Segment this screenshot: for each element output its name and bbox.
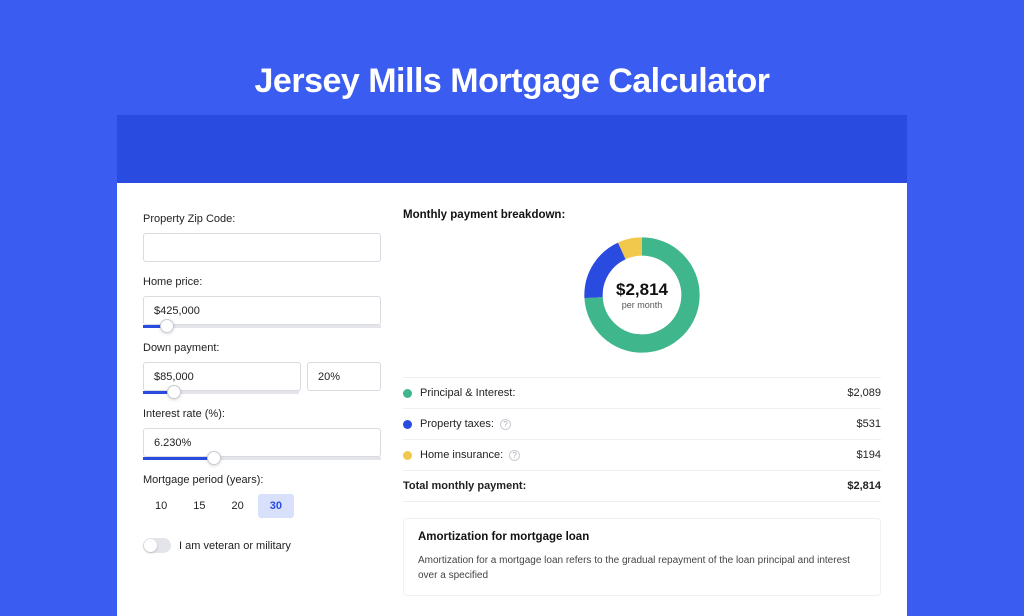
price-slider-thumb[interactable] — [160, 319, 174, 333]
rate-block: Interest rate (%): — [143, 408, 381, 460]
header-band — [117, 115, 907, 185]
down-slider-thumb[interactable] — [167, 385, 181, 399]
price-slider[interactable] — [143, 325, 381, 328]
amort-body: Amortization for a mortgage loan refers … — [418, 553, 866, 583]
period-label: Mortgage period (years): — [143, 474, 381, 486]
rate-label: Interest rate (%): — [143, 408, 381, 420]
legend-row-tax: Property taxes:? $531 — [403, 409, 881, 440]
page-title: Jersey Mills Mortgage Calculator — [0, 62, 1024, 101]
donut-sub: per month — [622, 300, 663, 310]
down-label: Down payment: — [143, 342, 381, 354]
total-value: $2,814 — [847, 480, 881, 492]
toggle-knob — [144, 539, 157, 552]
legend-row-ins: Home insurance:? $194 — [403, 440, 881, 471]
legend-value: $531 — [857, 418, 881, 430]
payment-donut: $2,814 per month — [578, 231, 706, 359]
price-block: Home price: — [143, 276, 381, 328]
info-icon[interactable]: ? — [500, 419, 511, 430]
rate-slider[interactable] — [143, 457, 381, 460]
zip-block: Property Zip Code: — [143, 213, 381, 262]
period-block: Mortgage period (years): 10152030 — [143, 474, 381, 518]
down-slider[interactable] — [143, 391, 299, 394]
veteran-label: I am veteran or military — [179, 540, 291, 552]
price-label: Home price: — [143, 276, 381, 288]
amort-heading: Amortization for mortgage loan — [418, 531, 866, 543]
period-button-group: 10152030 — [143, 494, 381, 518]
down-block: Down payment: — [143, 342, 381, 394]
breakdown-heading: Monthly payment breakdown: — [403, 209, 881, 221]
legend-dot — [403, 420, 412, 429]
legend-label: Home insurance: — [420, 449, 503, 461]
rate-slider-thumb[interactable] — [207, 451, 221, 465]
zip-label: Property Zip Code: — [143, 213, 381, 225]
breakdown-column: Monthly payment breakdown: $2,814 per mo… — [403, 183, 881, 596]
total-label: Total monthly payment: — [403, 480, 526, 492]
period-button-20[interactable]: 20 — [220, 494, 256, 518]
legend-row-total: Total monthly payment: $2,814 — [403, 471, 881, 502]
legend-label: Property taxes: — [420, 418, 494, 430]
rate-input[interactable] — [143, 428, 381, 457]
legend-value: $2,089 — [847, 387, 881, 399]
down-pct-input[interactable] — [307, 362, 381, 391]
veteran-toggle[interactable] — [143, 538, 171, 553]
legend-dot — [403, 451, 412, 460]
price-input[interactable] — [143, 296, 381, 325]
period-button-15[interactable]: 15 — [181, 494, 217, 518]
veteran-row: I am veteran or military — [143, 538, 381, 553]
amortization-card: Amortization for mortgage loan Amortizat… — [403, 518, 881, 596]
donut-center: $2,814 per month — [578, 231, 706, 359]
legend-value: $194 — [857, 449, 881, 461]
donut-total: $2,814 — [616, 280, 668, 300]
calculator-card: Property Zip Code: Home price: Down paym… — [117, 183, 907, 616]
legend: Principal & Interest: $2,089 Property taxe… — [403, 377, 881, 502]
info-icon[interactable]: ? — [509, 450, 520, 461]
legend-dot — [403, 389, 412, 398]
legend-label: Principal & Interest: — [420, 387, 515, 399]
form-column: Property Zip Code: Home price: Down paym… — [143, 183, 381, 596]
down-input[interactable] — [143, 362, 301, 391]
legend-row-pi: Principal & Interest: $2,089 — [403, 378, 881, 409]
zip-input[interactable] — [143, 233, 381, 262]
period-button-10[interactable]: 10 — [143, 494, 179, 518]
period-button-30[interactable]: 30 — [258, 494, 294, 518]
